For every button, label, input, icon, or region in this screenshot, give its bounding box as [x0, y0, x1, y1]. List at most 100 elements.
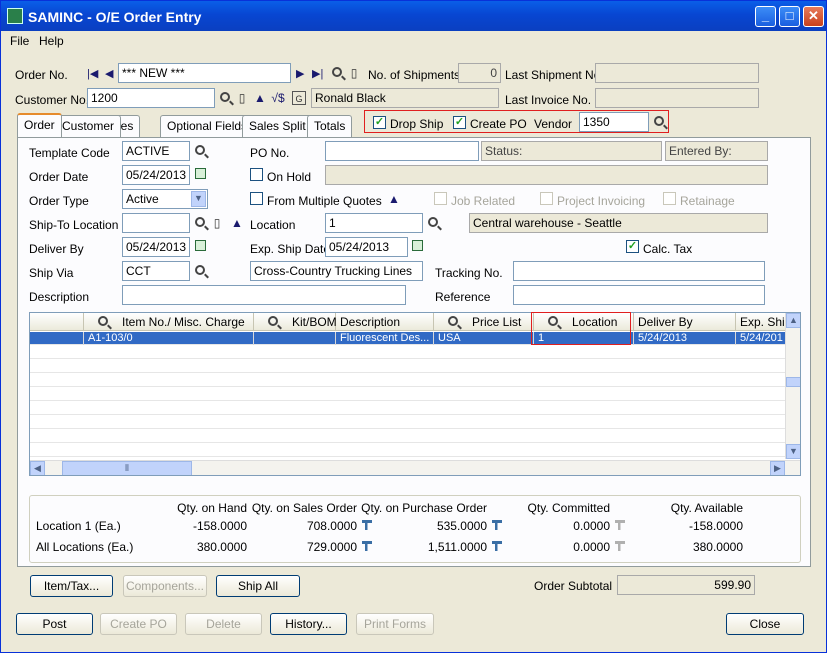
scroll-right-icon[interactable]: ▶ — [770, 461, 785, 475]
ship-via-input[interactable]: CCT — [122, 261, 190, 281]
template-code-input[interactable]: ACTIVE — [122, 141, 190, 161]
tab-totals[interactable]: Totals — [307, 115, 353, 137]
last-record-icon[interactable]: ▶| — [312, 67, 323, 80]
order-detail-grid[interactable]: Item No./ Misc. Charge Kit/BOM Descripti… — [29, 312, 801, 476]
create-po-button[interactable]: Create PO — [100, 613, 177, 635]
menu-help[interactable]: Help — [39, 34, 64, 48]
ship-via-search-icon[interactable] — [193, 264, 207, 278]
calc-tax-checkbox[interactable]: ✓ — [626, 240, 639, 253]
grid-vertical-scrollbar[interactable]: ▲ ▼ — [785, 313, 800, 459]
kit-bom-search-icon[interactable] — [268, 315, 278, 329]
empty-row[interactable] — [30, 402, 790, 415]
cell-item-no[interactable]: A1-103/0 — [84, 332, 254, 345]
column-item-no[interactable]: Item No./ Misc. Charge — [84, 313, 254, 331]
column-kit-bom[interactable]: Kit/BOM — [254, 313, 337, 331]
ship-all-button[interactable]: Ship All — [216, 575, 300, 597]
close-window-button[interactable]: ✕ — [803, 6, 824, 27]
empty-row[interactable] — [30, 444, 790, 457]
scroll-up-icon[interactable]: ▲ — [786, 313, 800, 328]
row-selector[interactable] — [30, 332, 84, 345]
drop-ship-checkbox[interactable]: ✓ — [373, 116, 386, 129]
empty-row[interactable] — [30, 374, 790, 387]
quotes-zoom-icon[interactable]: ▲ — [387, 192, 401, 206]
cell-description[interactable]: Fluorescent Des... — [336, 332, 434, 345]
template-code-search-icon[interactable] — [193, 144, 207, 158]
empty-row[interactable] — [30, 360, 790, 373]
first-record-icon[interactable]: |◀ — [87, 67, 98, 80]
item-search-icon[interactable] — [98, 315, 108, 329]
delete-button[interactable]: Delete — [185, 613, 262, 635]
order-finder-search-icon[interactable] — [330, 66, 344, 80]
menu-file[interactable]: File — [10, 34, 29, 48]
customer-detail-icon[interactable]: G — [292, 91, 306, 105]
order-date-calendar-icon[interactable] — [193, 168, 207, 182]
next-record-icon[interactable]: ▶ — [296, 67, 304, 80]
ship-to-location-input[interactable] — [122, 213, 190, 233]
price-list-search-icon[interactable] — [448, 315, 458, 329]
empty-row[interactable] — [30, 388, 790, 401]
customer-no-input[interactable]: 1200 — [87, 88, 215, 108]
ship-to-new-icon[interactable]: ▯ — [210, 216, 224, 230]
cell-deliver-by[interactable]: 5/24/2013 — [634, 332, 736, 345]
location-search-icon[interactable] — [426, 216, 440, 230]
po-no-input[interactable] — [325, 141, 479, 161]
check-credit-icon[interactable]: √$ — [271, 91, 285, 105]
tracking-no-input[interactable] — [513, 261, 765, 281]
column-description[interactable]: Description — [336, 313, 434, 331]
order-date-input[interactable]: 05/24/2013 — [122, 165, 190, 185]
customer-search-icon[interactable] — [218, 91, 232, 105]
new-document-icon[interactable]: ▯ — [347, 66, 361, 80]
scroll-down-icon[interactable]: ▼ — [786, 444, 800, 459]
vendor-search-icon[interactable] — [652, 115, 666, 129]
reference-input[interactable] — [513, 285, 765, 305]
tab-customer[interactable]: Customer — [55, 115, 122, 137]
customer-new-icon[interactable]: ▯ — [235, 91, 249, 105]
project-invoicing-checkbox[interactable] — [540, 192, 553, 205]
previous-record-icon[interactable]: ◀ — [105, 67, 113, 80]
on-hold-checkbox[interactable] — [250, 168, 263, 181]
minimize-button[interactable]: _ — [755, 6, 776, 27]
exp-ship-date-calendar-icon[interactable] — [410, 240, 424, 254]
history-button[interactable]: History... — [270, 613, 347, 635]
zoom-up-icon[interactable]: ▲ — [253, 91, 267, 105]
post-button[interactable]: Post — [16, 613, 93, 635]
location-input[interactable]: 1 — [325, 213, 423, 233]
table-row[interactable]: A1-103/0 Fluorescent Des... USA 1 5/24/2… — [30, 332, 790, 345]
cell-exp-ship[interactable]: 5/24/201 — [736, 332, 790, 345]
horizontal-scroll-thumb[interactable]: ⦀ — [62, 461, 192, 475]
ship-via-description-input[interactable]: Cross-Country Trucking Lines — [250, 261, 423, 281]
tab-order[interactable]: Order — [17, 113, 62, 138]
job-related-checkbox[interactable] — [434, 192, 447, 205]
create-po-checkbox[interactable]: ✓ — [453, 116, 466, 129]
order-type-chevron-down-icon[interactable]: ▼ — [191, 191, 206, 207]
description-input[interactable] — [122, 285, 406, 305]
scroll-left-icon[interactable]: ◀ — [30, 461, 45, 475]
deliver-by-input[interactable]: 05/24/2013 — [122, 237, 190, 257]
vendor-input[interactable]: 1350 — [579, 112, 649, 132]
components-button[interactable]: Components... — [123, 575, 207, 597]
empty-row[interactable] — [30, 430, 790, 443]
exp-ship-date-input[interactable]: 05/24/2013 — [325, 237, 408, 257]
vertical-scroll-thumb[interactable] — [786, 377, 800, 387]
cell-price-list[interactable]: USA — [434, 332, 534, 345]
print-forms-button[interactable]: Print Forms — [356, 613, 434, 635]
empty-row[interactable] — [30, 416, 790, 429]
grid-horizontal-scrollbar[interactable]: ◀ ⦀ ▶ — [30, 460, 800, 475]
column-price-list[interactable]: Price List — [434, 313, 534, 331]
ship-to-search-icon[interactable] — [193, 216, 207, 230]
column-deliver-by[interactable]: Deliver By — [634, 313, 736, 331]
retainage-checkbox[interactable] — [663, 192, 676, 205]
qty-on-hand-header: Qty. on Hand — [177, 501, 247, 515]
from-multiple-quotes-checkbox[interactable] — [250, 192, 263, 205]
title-bar[interactable]: SAMINC - O/E Order Entry _ □ ✕ — [1, 1, 826, 31]
cell-kit-bom[interactable] — [254, 332, 336, 345]
empty-row[interactable] — [30, 346, 790, 359]
item-tax-button[interactable]: Item/Tax... — [30, 575, 113, 597]
ship-to-zoom-icon[interactable]: ▲ — [230, 216, 244, 230]
close-button[interactable]: Close — [726, 613, 804, 635]
order-no-input[interactable]: *** NEW *** — [118, 63, 291, 83]
maximize-button[interactable]: □ — [779, 6, 800, 27]
tab-optional-fields[interactable]: Optional Fields — [160, 115, 255, 137]
deliver-by-calendar-icon[interactable] — [193, 240, 207, 254]
tab-sales-split[interactable]: Sales Split — [242, 115, 313, 137]
